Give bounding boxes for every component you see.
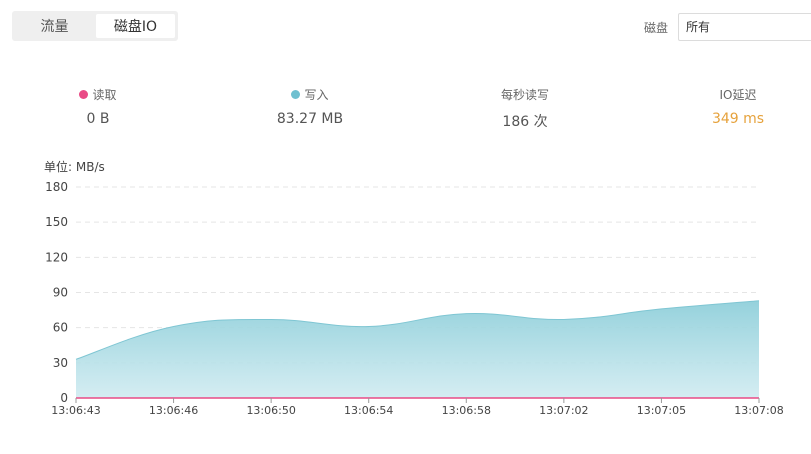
- disk-io-chart: 0 30 60 90 120 150 180 13:06:43 13:06:46 13:06:50…: [45, 180, 784, 417]
- x-tick-label: 13:06:50: [246, 404, 295, 417]
- y-tick-label: 0: [60, 391, 68, 405]
- x-tick-label: 13:07:02: [539, 404, 588, 417]
- write-series-area: [76, 300, 759, 398]
- x-tick-label: 13:06:43: [51, 404, 100, 417]
- y-tick-label: 180: [45, 180, 68, 194]
- x-tick-label: 13:07:08: [734, 404, 783, 417]
- x-tick-label: 13:06:46: [149, 404, 198, 417]
- x-tick-label: 13:06:58: [442, 404, 491, 417]
- y-tick-label: 60: [53, 321, 68, 335]
- y-tick-label: 90: [53, 286, 68, 300]
- x-tick-label: 13:07:05: [637, 404, 686, 417]
- y-tick-label: 150: [45, 215, 68, 229]
- x-tick-label: 13:06:54: [344, 404, 393, 417]
- y-tick-label: 30: [53, 356, 68, 370]
- y-tick-label: 120: [45, 250, 68, 264]
